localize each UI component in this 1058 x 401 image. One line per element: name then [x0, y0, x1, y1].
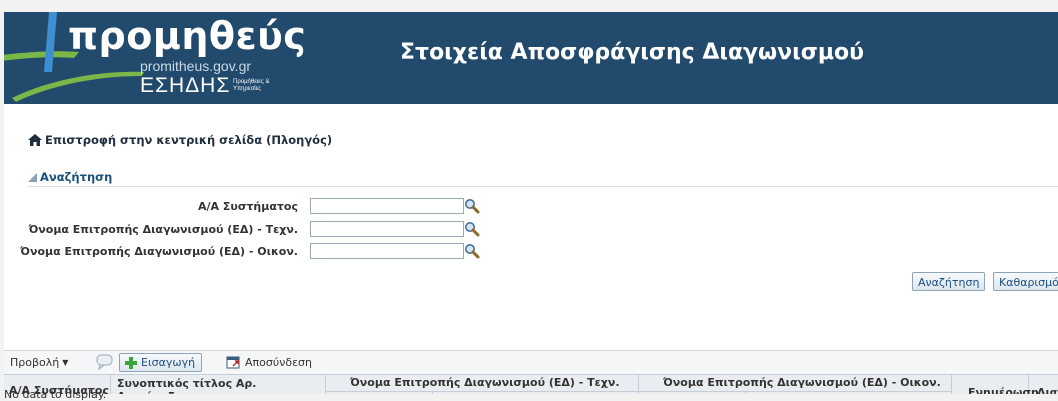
search-row-tech-committee: Όνομα Επιτροπής Διαγωνισμού (ΕΔ) - Τεχν.	[4, 221, 1058, 237]
search-button[interactable]: Αναζήτηση	[912, 272, 986, 291]
speech-bubble-icon[interactable]	[96, 354, 114, 370]
tech-committee-label: Όνομα Επιτροπής Διαγωνισμού (ΕΔ) - Τεχν.	[28, 223, 298, 236]
section-divider	[28, 186, 1058, 187]
dropdown-arrow-icon: ▼	[62, 358, 69, 367]
logo-esidis: ΕΣΗΔΗΣ	[140, 74, 231, 97]
logo-url: promitheus.gov.gr	[140, 58, 252, 74]
plus-icon	[125, 356, 137, 369]
system-id-label: Α/Α Συστήματος	[198, 200, 298, 213]
page: προμηθεύς promitheus.gov.gr ΕΣΗΔΗΣ Προμή…	[4, 12, 1058, 394]
econ-committee-label: Όνομα Επιτροπής Διαγωνισμού (ΕΔ) - Οικον…	[20, 245, 298, 258]
insert-button-label: Εισαγωγή	[141, 356, 196, 369]
search-row-econ-committee: Όνομα Επιτροπής Διαγωνισμού (ΕΔ) - Οικον…	[4, 243, 1058, 259]
promitheus-logo[interactable]: προμηθεύς promitheus.gov.gr ΕΣΗΔΗΣ Προμή…	[4, 12, 306, 104]
table-toolbar: Προβολή ▼ Εισαγωγή Αποσύνδεση	[4, 350, 1058, 375]
detach-button[interactable]: Αποσύνδεση	[226, 355, 312, 369]
col-short-title-label: Συνοπτικός τίτλος Αρ. Διακήρυξης	[117, 377, 257, 394]
col-tech-committee-label: Όνομα Επιτροπής Διαγωνισμού (ΕΔ) - Τεχν.	[350, 376, 620, 389]
detach-icon	[226, 356, 240, 369]
logo-wordmark: προμηθεύς	[68, 14, 307, 58]
col-update[interactable]: Ενημέρωση	[952, 375, 1039, 394]
home-link-label: Επιστροφή στην κεντρική σελίδα (Πλοηγός)	[45, 133, 333, 147]
clear-button[interactable]: Καθαρισμός	[993, 272, 1058, 291]
system-id-input[interactable]	[310, 198, 464, 214]
col-tech-committee[interactable]: Όνομα Επιτροπής Διαγωνισμού (ΕΔ) - Τεχν.	[326, 375, 639, 394]
col-delete[interactable]: Διαγ	[1029, 375, 1058, 394]
home-icon	[28, 134, 42, 146]
col-econ-committee-label: Όνομα Επιτροπής Διαγωνισμού (ΕΔ) - Οικον…	[663, 376, 941, 389]
search-row-system-id: Α/Α Συστήματος	[4, 198, 1058, 214]
search-section-header[interactable]: Αναζήτηση	[28, 170, 112, 184]
detach-label: Αποσύνδεση	[245, 355, 312, 369]
search-icon[interactable]	[464, 243, 480, 259]
search-section-title: Αναζήτηση	[40, 170, 113, 184]
col-econ-committee[interactable]: Όνομα Επιτροπής Διαγωνισμού (ΕΔ) - Οικον…	[639, 375, 952, 394]
home-link[interactable]: Επιστροφή στην κεντρική σελίδα (Πλοηγός)	[28, 133, 332, 147]
col-short-title[interactable]: Συνοπτικός τίτλος Αρ. Διακήρυξης	[111, 375, 326, 394]
collapse-triangle-icon	[28, 172, 37, 182]
view-menu[interactable]: Προβολή ▼	[10, 356, 68, 369]
search-icon[interactable]	[464, 221, 480, 237]
table-header: Α/Α Συστήματος Συνοπτικός τίτλος Αρ. Δια…	[4, 374, 1058, 394]
col-delete-label: Διαγ	[1037, 386, 1058, 394]
page-title: Στοιχεία Αποσφράγισης Διαγωνισμού	[400, 40, 865, 65]
logo-subtitle: Προμήθειες & Υπηρεσίες	[233, 79, 270, 92]
empty-table-message: No data to display.	[4, 388, 107, 401]
econ-committee-input[interactable]	[310, 243, 464, 259]
header-banner: προμηθεύς promitheus.gov.gr ΕΣΗΔΗΣ Προμή…	[4, 12, 1058, 104]
view-menu-label: Προβολή	[10, 356, 60, 369]
tech-committee-input[interactable]	[310, 221, 464, 237]
insert-button[interactable]: Εισαγωγή	[119, 353, 203, 372]
search-icon[interactable]	[464, 198, 480, 214]
